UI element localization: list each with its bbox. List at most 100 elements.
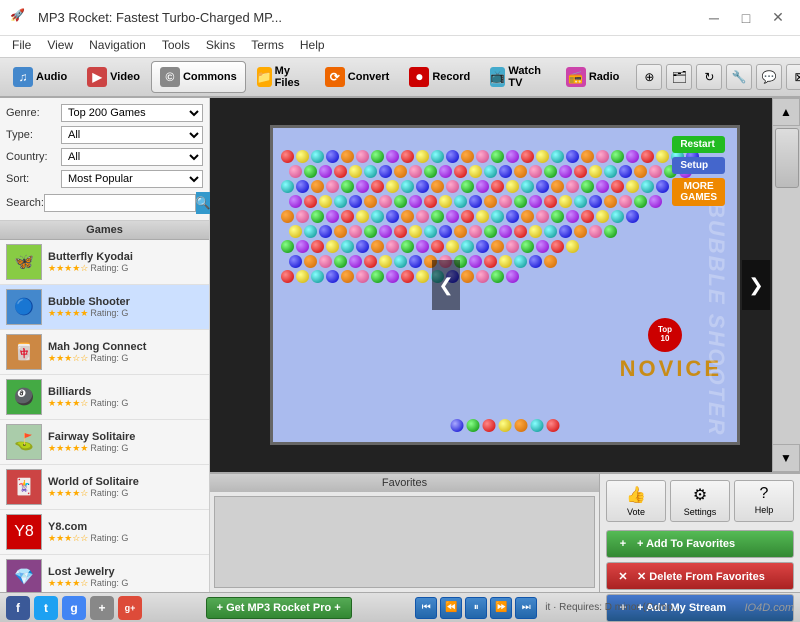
window-controls: ─ □ ✕ <box>702 6 790 30</box>
googleplus-button[interactable]: g+ <box>118 596 142 620</box>
twitter-button[interactable]: t <box>34 596 58 620</box>
help-icon: ? <box>760 485 769 503</box>
media-rewind-button[interactable]: ⏪ <box>440 597 462 619</box>
help-button[interactable]: ? Help <box>734 480 794 522</box>
game-item[interactable]: 💎 Lost Jewelry ★★★★☆ Rating: G <box>0 555 209 592</box>
toolbar-extra-2[interactable]: 🗂 <box>666 64 692 90</box>
game-thumbnail: 🔵 <box>6 289 42 325</box>
scrollbar-thumb[interactable] <box>775 128 799 188</box>
google-button[interactable]: g <box>62 596 86 620</box>
refresh-button[interactable]: ↻ <box>696 64 722 90</box>
plus-button[interactable]: + <box>90 596 114 620</box>
game-item[interactable]: Y8 Y8.com ★★★☆☆ Rating: G <box>0 510 209 555</box>
maximize-button[interactable]: □ <box>734 6 758 30</box>
toolbar-extra-5[interactable]: 💬 <box>756 64 782 90</box>
menu-file[interactable]: File <box>4 36 39 57</box>
game-info: Billiards ★★★★☆ Rating: G <box>48 386 203 409</box>
tab-watchtv[interactable]: 📺 Watch TV <box>481 61 555 93</box>
tab-video-label: Video <box>110 71 140 83</box>
close-button[interactable]: ✕ <box>766 6 790 30</box>
tab-record[interactable]: ⏺ Record <box>400 61 479 93</box>
promo-button[interactable]: + Get MP3 Rocket Pro + <box>206 597 352 619</box>
country-select[interactable]: All <box>61 148 203 166</box>
vote-button[interactable]: 👍 Vote <box>606 480 666 522</box>
setup-button[interactable]: Setup <box>672 157 725 174</box>
star-rating: ★★★★☆ <box>48 398 88 409</box>
type-select[interactable]: All <box>61 126 203 144</box>
menu-help[interactable]: Help <box>292 36 333 57</box>
sort-label: Sort: <box>6 173 61 185</box>
favorites-header: Favorites <box>210 474 599 492</box>
scroll-down-button[interactable]: ▼ <box>772 444 800 472</box>
tab-audio[interactable]: ♫ Audio <box>4 61 76 93</box>
sort-select[interactable]: Most Popular <box>61 170 203 188</box>
game-item[interactable]: ⛳ Fairway Solitaire ★★★★★ Rating: G <box>0 420 209 465</box>
game-thumbnail: 🎱 <box>6 379 42 415</box>
nav-left-button[interactable]: ❮ <box>432 260 460 310</box>
watchtv-icon: 📺 <box>490 67 505 87</box>
scroll-up-button[interactable]: ▲ <box>772 98 800 126</box>
video-icon: ▶ <box>87 67 107 87</box>
rating-text: Rating: G <box>90 533 128 543</box>
delete-from-favorites-button[interactable]: ✕ ✕ Delete From Favorites <box>606 562 794 590</box>
star-rating: ★★★☆☆ <box>48 353 88 364</box>
menu-tools[interactable]: Tools <box>154 36 198 57</box>
genre-select[interactable]: Top 200 Games <box>61 104 203 122</box>
toolbar-extra-6[interactable]: ⊠ <box>786 64 800 90</box>
search-button[interactable]: 🔍 <box>196 192 211 214</box>
help-label: Help <box>755 505 774 515</box>
tab-convert[interactable]: ⟳ Convert <box>316 61 399 93</box>
toolbar-extra-1[interactable]: ⊕ <box>636 64 662 90</box>
nav-right-button[interactable]: ❯ <box>742 260 770 310</box>
country-filter-row: Country: All <box>6 148 203 166</box>
genre-filter-row: Genre: Top 200 Games <box>6 104 203 122</box>
tab-commons[interactable]: © Commons <box>151 61 246 93</box>
status-text: it · Requires: D minor (Comp... <box>545 602 681 613</box>
game-item[interactable]: 🃏 World of Solitaire ★★★★☆ Rating: G <box>0 465 209 510</box>
search-label: Search: <box>6 197 44 209</box>
menu-navigation[interactable]: Navigation <box>81 36 154 57</box>
add-to-favorites-button[interactable]: + + Add To Favorites <box>606 530 794 558</box>
game-name: Fairway Solitaire <box>48 431 203 443</box>
game-thumbnail: 🦋 <box>6 244 42 280</box>
game-item[interactable]: 🀄 Mah Jong Connect ★★★☆☆ Rating: G <box>0 330 209 375</box>
tab-radio[interactable]: 📻 Radio <box>557 61 629 93</box>
media-prev-button[interactable]: ⏮ <box>415 597 437 619</box>
rating-text: Rating: G <box>90 263 128 273</box>
media-next-button[interactable]: ⏭ <box>515 597 537 619</box>
shooter-area <box>451 419 560 432</box>
media-forward-button[interactable]: ⏩ <box>490 597 512 619</box>
game-info: World of Solitaire ★★★★☆ Rating: G <box>48 476 203 499</box>
settings-toolbar-button[interactable]: 🔧 <box>726 64 752 90</box>
game-name: World of Solitaire <box>48 476 203 488</box>
game-item[interactable]: 🎱 Billiards ★★★★☆ Rating: G <box>0 375 209 420</box>
game-rating: ★★★☆☆ Rating: G <box>48 353 203 364</box>
game-name: Mah Jong Connect <box>48 341 203 353</box>
minimize-button[interactable]: ─ <box>702 6 726 30</box>
menu-terms[interactable]: Terms <box>243 36 292 57</box>
search-input[interactable] <box>44 194 196 212</box>
more-games-button[interactable]: MOREGAMES <box>672 178 725 206</box>
game-info: Y8.com ★★★☆☆ Rating: G <box>48 521 203 544</box>
menu-skins[interactable]: Skins <box>198 36 243 57</box>
restart-button[interactable]: Restart <box>672 136 725 153</box>
left-panel: Genre: Top 200 Games Type: All Country: … <box>0 98 210 592</box>
game-name: Butterfly Kyodai <box>48 251 203 263</box>
facebook-button[interactable]: f <box>6 596 30 620</box>
game-thumbnail: 💎 <box>6 559 42 592</box>
game-item[interactable]: 🔵 Bubble Shooter ★★★★★ Rating: G <box>0 285 209 330</box>
top-control-buttons: 👍 Vote ⚙ Settings ? Help <box>606 480 794 522</box>
convert-icon: ⟳ <box>325 67 345 87</box>
tab-commons-label: Commons <box>183 71 237 83</box>
game-rating: ★★★★★ Rating: G <box>48 443 203 454</box>
settings-button[interactable]: ⚙ Settings <box>670 480 730 522</box>
window-title: MP3 Rocket: Fastest Turbo-Charged MP... <box>38 10 702 25</box>
audio-icon: ♫ <box>13 67 33 87</box>
media-pause-button[interactable]: ⏸ <box>465 597 487 619</box>
game-item[interactable]: 🦋 Butterfly Kyodai ★★★★☆ Rating: G <box>0 240 209 285</box>
tab-myfiles[interactable]: 📁 My Files <box>248 61 314 93</box>
tab-video[interactable]: ▶ Video <box>78 61 149 93</box>
menu-view[interactable]: View <box>39 36 81 57</box>
game-info: Lost Jewelry ★★★★☆ Rating: G <box>48 566 203 589</box>
sort-filter-row: Sort: Most Popular <box>6 170 203 188</box>
